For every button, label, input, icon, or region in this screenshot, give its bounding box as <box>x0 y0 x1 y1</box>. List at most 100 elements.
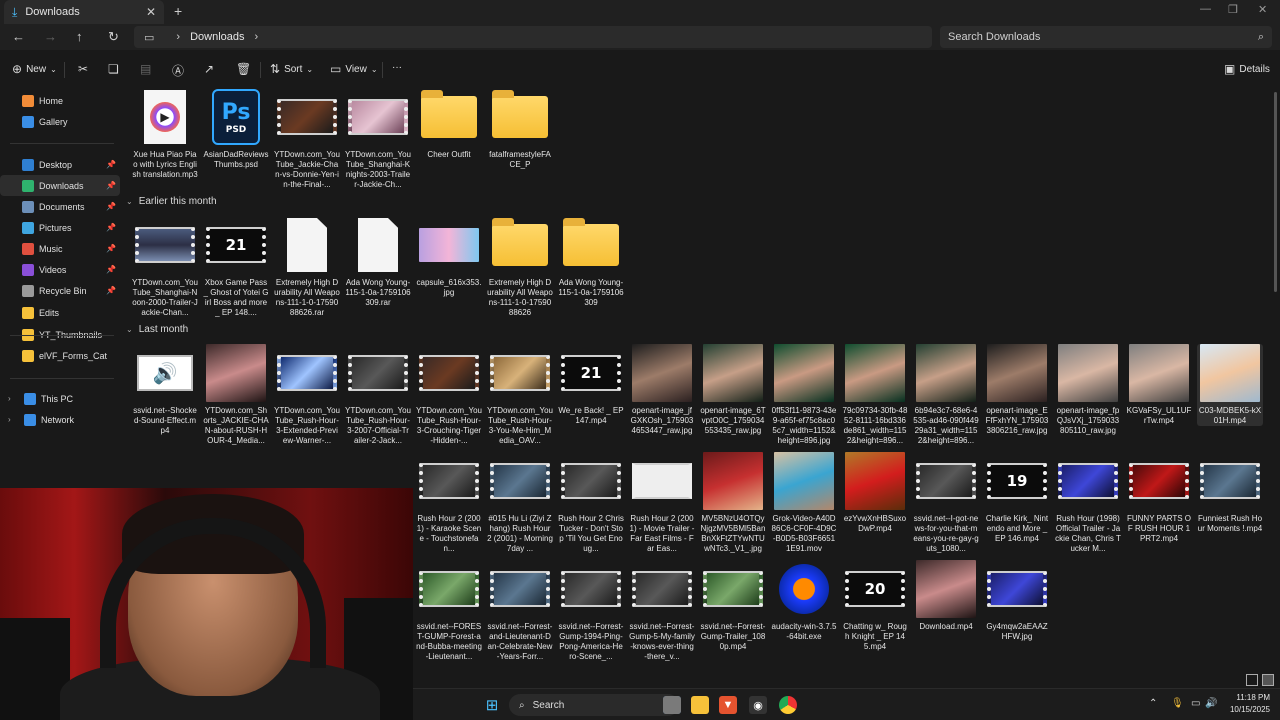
sidebar-item-documents[interactable]: Documents 📌 <box>0 196 120 217</box>
file-item[interactable]: Rush Hour 2 Chris Tucker - Don't Stop 'T… <box>558 452 624 554</box>
file-item[interactable]: 0ff53f11-9873-43e9-a65f-ef75c8ac05c7_wid… <box>771 344 837 446</box>
tab-downloads[interactable]: ⤓ Downloads ✕ <box>4 0 164 24</box>
chevron-up-icon[interactable]: ⌃ <box>1149 698 1157 709</box>
file-item[interactable]: openart-image_6TvptO0C_1759034553435_raw… <box>700 344 766 436</box>
file-item[interactable]: ssvid.net--FOREST-GUMP-Forest-and-Bubba-… <box>416 560 482 662</box>
chevron-right-icon[interactable]: › <box>8 415 11 424</box>
file-item[interactable]: 19 Charlie Kirk_ Nintendo and More _ EP 1… <box>984 452 1050 544</box>
sidebar-item-this-pc[interactable]: › This PC <box>0 388 120 409</box>
file-item[interactable]: Extremely High Durability All Weapons-11… <box>274 216 340 318</box>
file-item[interactable]: 6b94e3c7-68e6-4535-ad46-090f44929a31_wid… <box>913 344 979 446</box>
sidebar-item-recycle-bin[interactable]: Recycle Bin 📌 <box>0 280 120 301</box>
view-button[interactable]: ▭ View ⌄ <box>330 62 378 76</box>
file-item[interactable]: openart-image_jfGXKOsh_1759034653447_raw… <box>629 344 695 436</box>
file-item[interactable]: C03-MDBEK5-kX01H.mp4 <box>1197 344 1263 426</box>
chevron-right-icon[interactable]: › <box>8 394 11 403</box>
file-item[interactable]: 21 Xbox Game Pass_ Ghost of Yotei Girl Bo… <box>203 216 269 318</box>
sidebar-item-network[interactable]: › Network <box>0 409 120 430</box>
start-icon[interactable]: ⊞ <box>483 696 501 714</box>
address-bar[interactable]: ▭ › Downloads › <box>134 26 932 48</box>
sidebar-item-downloads[interactable]: Downloads 📌 <box>0 175 120 196</box>
file-item[interactable]: audacity-win-3.7.5-64bit.exe <box>771 560 837 642</box>
chevron-right-icon[interactable]: › <box>255 31 259 43</box>
sidebar-item-gallery[interactable]: Gallery <box>0 111 120 132</box>
file-item[interactable]: ezYvwXnHBSuxoDwP.mp4 <box>842 452 908 534</box>
file-item[interactable]: Grok-Video-A40D86C6-CF0F-4D9C-B0D5-B03F6… <box>771 452 837 554</box>
details-button[interactable]: ▣ Details <box>1224 62 1270 76</box>
brave-icon[interactable]: ▼ <box>719 696 737 714</box>
clock[interactable]: 11:18 PM 10/15/2025 <box>1230 692 1270 716</box>
scrollbar[interactable] <box>1274 92 1277 292</box>
file-item[interactable]: ssvid.net--Forrest-and-Lieutenant-Dan-Ce… <box>487 560 553 662</box>
paste-icon[interactable]: ▤ <box>140 62 151 76</box>
file-item[interactable]: Rush Hour 2 (2001) - Movie Trailer - Far… <box>629 452 695 554</box>
forward-icon[interactable]: → <box>44 29 57 44</box>
group-last-month[interactable]: ⌄ Last month <box>126 324 188 335</box>
file-item[interactable]: Ada Wong Young-115-1-0a-1759106309.rar <box>345 216 411 308</box>
breadcrumb-downloads[interactable]: Downloads <box>190 31 244 43</box>
details-view-icon[interactable] <box>1246 674 1258 686</box>
file-item[interactable]: YTDown.com_YouTube_Rush-Hour-3-Extended-… <box>274 344 340 446</box>
file-item[interactable]: 21 We_re Back! _ EP 147.mp4 <box>558 344 624 426</box>
chrome-icon[interactable] <box>779 696 797 714</box>
file-item[interactable]: 20 Chatting w_ Rough Knight _ EP 145.mp4 <box>842 560 908 652</box>
file-item[interactable]: Ps PSD AsianDadReviews Thumbs.psd <box>203 88 269 170</box>
delete-icon[interactable]: 🗑 <box>236 62 251 76</box>
steam-icon[interactable]: ◉ <box>749 696 767 714</box>
file-item[interactable]: MV5BNzU4OTQyNjgzMV5BMl5BanBnXkFtZTYwNTUw… <box>700 452 766 554</box>
file-item[interactable]: ssvid.net--Forrest-Gump-Trailer_1080p.mp… <box>700 560 766 652</box>
rename-icon[interactable]: Ⓐ <box>172 62 184 79</box>
microphone-icon[interactable]: 🎙 <box>1171 698 1184 709</box>
sidebar-item-desktop[interactable]: Desktop 📌 <box>0 154 120 175</box>
share-icon[interactable]: ↗ <box>204 62 214 76</box>
new-button[interactable]: ⊕ New ⌄ <box>12 62 57 76</box>
sidebar-item-elvf-forms-cat[interactable]: elVF_Forms_Cat <box>0 345 120 366</box>
file-item[interactable]: YTDown.com_YouTube_Shanghai-Knights-2003… <box>345 88 411 190</box>
file-explorer-icon[interactable] <box>691 696 709 714</box>
sort-button[interactable]: ⇅ Sort ⌄ <box>270 62 313 76</box>
file-item[interactable]: KGVaFSy_UL1UFrTw.mp4 <box>1126 344 1192 426</box>
file-item[interactable]: Cheer Outfit <box>416 88 482 160</box>
back-icon[interactable]: ← <box>12 29 25 44</box>
sidebar-item-edits[interactable]: Edits <box>0 302 120 323</box>
file-item[interactable]: ssvid.net--Forrest-Gump-5-My-family-know… <box>629 560 695 662</box>
file-item[interactable]: Rush Hour (1998) Official Trailer - Jack… <box>1055 452 1121 554</box>
search-input[interactable]: Search Downloads ⌕ <box>940 26 1272 48</box>
task-view-icon[interactable] <box>663 696 681 714</box>
close-window-icon[interactable]: ✕ <box>1258 3 1267 16</box>
file-item[interactable]: Download.mp4 <box>913 560 979 632</box>
restore-icon[interactable]: ❐ <box>1228 3 1238 16</box>
file-item[interactable]: FUNNY PARTS OF RUSH HOUR 1 PRT2.mp4 <box>1126 452 1192 544</box>
file-item[interactable]: Funniest Rush Hour Moments !.mp4 <box>1197 452 1263 534</box>
file-item[interactable]: ssvid.net--Forrest-Gump-1994-Ping-Pong-A… <box>558 560 624 662</box>
file-item[interactable]: openart-image_EFfFxhYN_1759033806216_raw… <box>984 344 1050 436</box>
file-item[interactable]: fatalframestyleFACE_P <box>487 88 553 170</box>
cut-icon[interactable]: ✂ <box>78 62 88 76</box>
file-item[interactable]: ssvid.net--I-got-news-for-you-that-means… <box>913 452 979 554</box>
file-item[interactable]: YTDown.com_YouTube_Rush-Hour-3-2007-Offi… <box>345 344 411 446</box>
file-item[interactable]: ▶ Xue Hua Piao Piao with Lyrics English t… <box>132 88 198 180</box>
sidebar-item-home[interactable]: Home <box>0 90 120 111</box>
file-item[interactable]: 79c09734-30fb-4852-8111-16bd336de861_wid… <box>842 344 908 446</box>
file-item[interactable]: Ada Wong Young-115-1-0a-1759106309 <box>558 216 624 308</box>
sidebar-item-pictures[interactable]: Pictures 📌 <box>0 217 120 238</box>
file-item[interactable]: YTDown.com_YouTube_Rush-Hour-3-Crouching… <box>416 344 482 446</box>
sidebar-item-music[interactable]: Music 📌 <box>0 238 120 259</box>
group-earlier-this-month[interactable]: ⌄ Earlier this month <box>126 196 217 207</box>
refresh-icon[interactable]: ↻ <box>108 29 119 45</box>
file-item[interactable]: YTDown.com_YouTube_Jackie-Chan-vs-Donnie… <box>274 88 340 190</box>
sidebar-item-videos[interactable]: Videos 📌 <box>0 259 120 280</box>
copy-icon[interactable]: ❏ <box>108 62 119 76</box>
file-item[interactable]: YTDown.com_YouTube_Rush-Hour-3-You-Me-Hi… <box>487 344 553 446</box>
file-item[interactable]: #015 Hu Li (Ziyi Zhang) Rush Hour 2 (200… <box>487 452 553 554</box>
volume-icon[interactable]: 🔊 <box>1205 698 1217 709</box>
large-icons-view-icon[interactable] <box>1262 674 1274 686</box>
close-tab-icon[interactable]: ✕ <box>146 5 156 19</box>
file-item[interactable]: capsule_616x353.jpg <box>416 216 482 298</box>
network-tray-icon[interactable]: ▭ <box>1191 698 1200 709</box>
up-icon[interactable]: ↑ <box>76 29 83 44</box>
file-item[interactable]: Rush Hour 2 (2001) - Karaoke Scene - Tou… <box>416 452 482 554</box>
minimize-icon[interactable]: — <box>1200 3 1211 15</box>
file-item[interactable]: 🔊 ssvid.net--Shocked-Sound-Effect.mp4 <box>132 344 198 436</box>
file-item[interactable]: YTDown.com_Shorts_JACKIE-CHAN-about-RUSH… <box>203 344 269 446</box>
